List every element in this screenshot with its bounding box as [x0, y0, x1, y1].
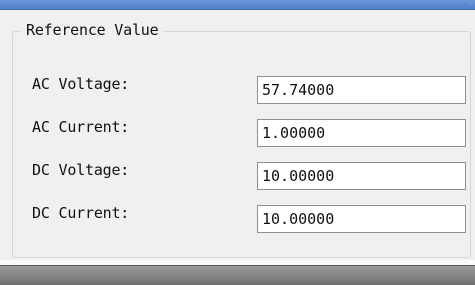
- dc-voltage-input[interactable]: [257, 162, 466, 190]
- dc-voltage-label: DC Voltage:: [32, 161, 130, 179]
- reference-value-title: Reference Value: [21, 20, 164, 40]
- bottom-window-bar: [0, 265, 475, 285]
- dc-current-input[interactable]: [257, 205, 466, 233]
- ac-voltage-label: AC Voltage:: [32, 75, 130, 93]
- ac-current-input[interactable]: [257, 119, 466, 147]
- ac-voltage-input[interactable]: [257, 76, 466, 104]
- window-corner-icon: ◦: [468, 0, 473, 8]
- dc-current-label: DC Current:: [32, 204, 130, 222]
- top-window-strip: ◦: [0, 0, 475, 10]
- ac-current-label: AC Current:: [32, 118, 130, 136]
